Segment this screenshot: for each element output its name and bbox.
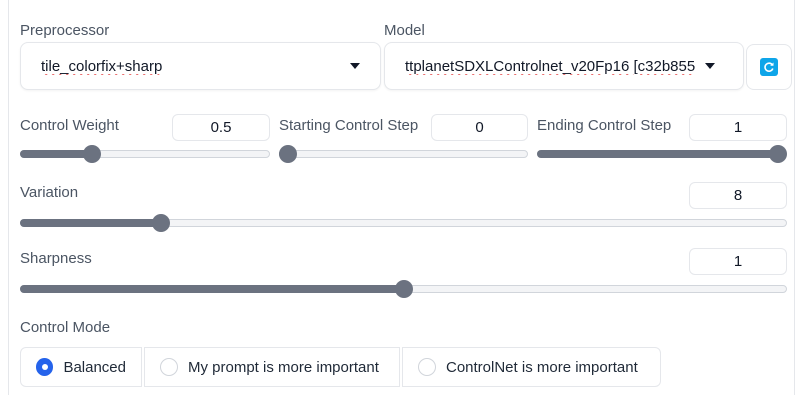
- radio-label: ControlNet is more important: [446, 358, 638, 376]
- model-value: ttplanetSDXLControlnet_v20Fp16 [c32b855: [405, 57, 696, 75]
- slider-thumb[interactable]: [279, 145, 297, 163]
- slider-thumb[interactable]: [151, 214, 170, 232]
- chevron-down-icon: [705, 63, 715, 69]
- radio-unchecked-icon: [418, 358, 436, 376]
- radio-prompt-important[interactable]: My prompt is more important: [144, 347, 400, 387]
- ending-step-slider[interactable]: [537, 144, 787, 164]
- slider-fill: [20, 285, 404, 293]
- radio-controlnet-important[interactable]: ControlNet is more important: [402, 347, 661, 387]
- ending-step-input[interactable]: 1: [689, 114, 787, 141]
- starting-step-label: Starting Control Step: [279, 117, 419, 134]
- slider-thumb[interactable]: [82, 145, 101, 163]
- radio-label: My prompt is more important: [188, 358, 379, 376]
- model-label: Model: [384, 22, 425, 39]
- radio-checked-icon: [36, 358, 54, 376]
- refresh-models-button[interactable]: [746, 44, 792, 90]
- left-panel-border: [0, 0, 9, 395]
- control-weight-label: Control Weight: [20, 117, 119, 134]
- radio-label: Balanced: [63, 358, 126, 376]
- slider-track: [279, 150, 528, 158]
- control-mode-label: Control Mode: [20, 319, 111, 336]
- preprocessor-label: Preprocessor: [20, 22, 110, 39]
- model-dropdown[interactable]: ttplanetSDXLControlnet_v20Fp16 [c32b855: [384, 42, 744, 90]
- preprocessor-dropdown[interactable]: tile_colorfix+sharp: [20, 42, 381, 90]
- slider-fill: [537, 150, 778, 158]
- radio-balanced[interactable]: Balanced: [20, 347, 142, 387]
- starting-step-input[interactable]: 0: [431, 114, 528, 141]
- variation-input[interactable]: 8: [689, 182, 787, 209]
- variation-label: Variation: [20, 184, 79, 201]
- radio-unchecked-icon: [160, 358, 178, 376]
- slider-thumb[interactable]: [769, 145, 787, 163]
- control-mode-radio-group: Balanced My prompt is more important Con…: [20, 347, 663, 387]
- sharpness-slider[interactable]: [20, 279, 787, 299]
- preprocessor-value: tile_colorfix+sharp: [41, 57, 163, 75]
- control-weight-slider[interactable]: [20, 144, 270, 164]
- refresh-icon: [760, 58, 778, 76]
- slider-fill: [20, 219, 161, 227]
- variation-slider[interactable]: [20, 213, 787, 233]
- sharpness-input[interactable]: 1: [689, 248, 787, 275]
- slider-thumb[interactable]: [394, 280, 413, 298]
- slider-fill: [20, 150, 92, 158]
- ending-step-label: Ending Control Step: [537, 117, 672, 134]
- chevron-down-icon: [350, 63, 360, 69]
- starting-step-slider[interactable]: [279, 144, 528, 164]
- sharpness-label: Sharpness: [20, 250, 92, 267]
- right-panel-border: [794, 0, 800, 395]
- control-weight-input[interactable]: 0.5: [172, 114, 270, 141]
